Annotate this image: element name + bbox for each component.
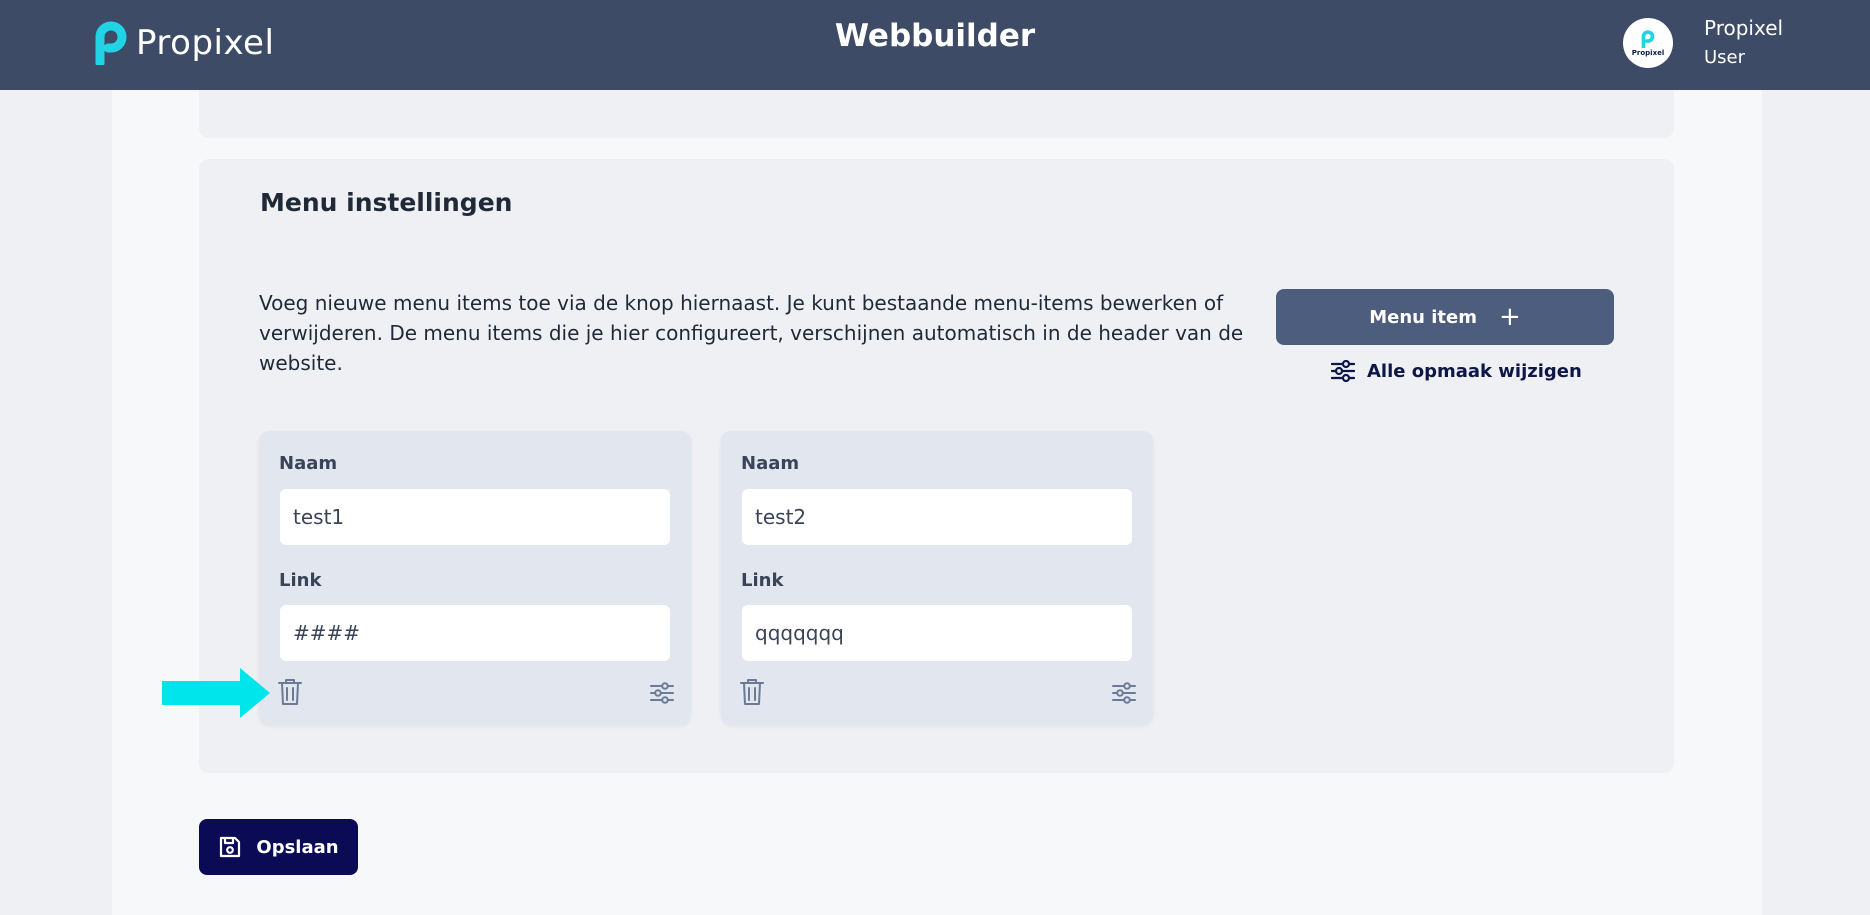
trash-icon[interactable]	[277, 678, 303, 706]
menu-item-card: Naam Link	[259, 431, 691, 724]
previous-section-card	[199, 90, 1674, 138]
user-role: User	[1704, 47, 1746, 68]
name-label: Naam	[279, 453, 338, 474]
save-label: Opslaan	[256, 836, 339, 858]
save-button[interactable]: Opslaan	[199, 819, 358, 875]
avatar-label: Propixel	[1631, 48, 1665, 57]
link-label: Link	[279, 570, 322, 591]
save-icon	[220, 836, 241, 858]
name-input[interactable]	[280, 489, 670, 545]
propixel-logo-icon	[1641, 29, 1655, 48]
arrow-right-icon	[162, 668, 270, 718]
top-bar: Propixel Webbuilder Propixel Propixel Us…	[0, 0, 1870, 90]
plus-icon: +	[1498, 302, 1521, 332]
sliders-icon	[1331, 360, 1355, 382]
name-label: Naam	[741, 453, 800, 474]
trash-icon[interactable]	[739, 678, 765, 706]
item-settings-icon[interactable]	[650, 682, 674, 704]
avatar[interactable]: Propixel	[1623, 18, 1673, 68]
link-input[interactable]	[742, 605, 1132, 661]
add-menu-item-button[interactable]: Menu item +	[1276, 289, 1614, 345]
menu-item-card: Naam Link	[721, 431, 1153, 724]
add-menu-item-label: Menu item	[1369, 306, 1477, 328]
edit-all-styles-label: Alle opmaak wijzigen	[1367, 360, 1582, 382]
link-input[interactable]	[280, 605, 670, 661]
user-name[interactable]: Propixel	[1704, 16, 1783, 40]
link-label: Link	[741, 570, 784, 591]
name-input[interactable]	[742, 489, 1132, 545]
item-settings-icon[interactable]	[1112, 682, 1136, 704]
app-title: Webbuilder	[834, 18, 1036, 54]
section-description: Voeg nieuwe menu items toe via de knop h…	[259, 291, 1244, 375]
edit-all-styles-link[interactable]: Alle opmaak wijzigen	[1331, 360, 1582, 382]
section-title: Menu instellingen	[260, 188, 513, 217]
